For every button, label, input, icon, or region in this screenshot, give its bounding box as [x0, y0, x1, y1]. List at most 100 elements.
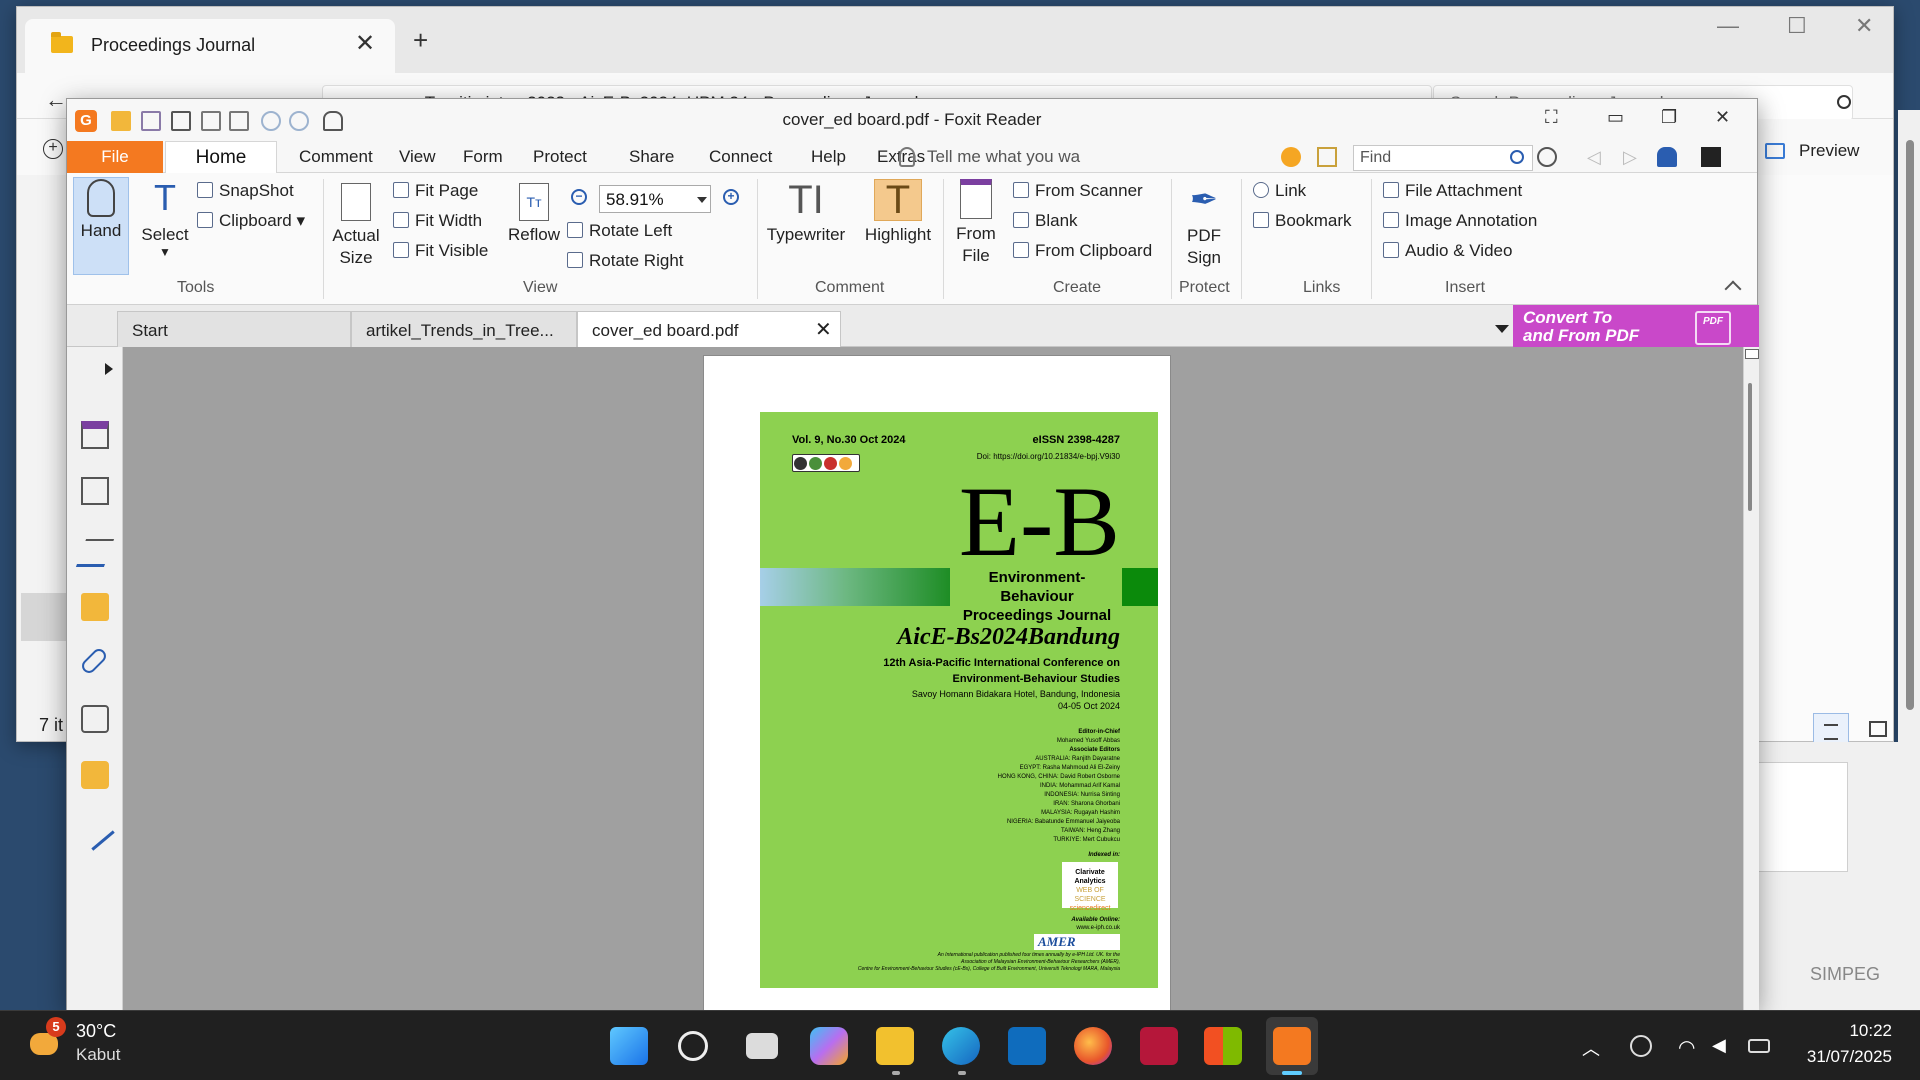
document-canvas[interactable]: Vol. 9, No.30 Oct 2024 eISSN 2398-4287 D… [123, 347, 1743, 1011]
file-attachment-button[interactable]: File Attachment [1383, 181, 1522, 201]
attachments-panel-icon[interactable] [79, 646, 109, 676]
tiles-view-icon[interactable] [1869, 721, 1887, 737]
zoom-in-icon[interactable]: + [723, 189, 739, 205]
snapshot-button[interactable]: SnapShot [197, 181, 294, 201]
fullscreen-icon[interactable]: ⛶ [1545, 107, 1558, 128]
preview-button[interactable]: Preview [1799, 141, 1859, 161]
doc-tab-cover[interactable]: cover_ed board.pdf [577, 311, 841, 348]
search-folder-icon[interactable] [1317, 147, 1337, 167]
explorer-tab[interactable]: Proceedings Journal ✕ [25, 19, 395, 73]
pen-tool-icon[interactable] [75, 811, 115, 851]
doc-tab-start[interactable]: Start [117, 311, 351, 347]
layers-panel-icon[interactable] [75, 539, 115, 567]
expand-sidebar-icon[interactable] [105, 363, 113, 375]
rotate-right-button[interactable]: Rotate Right [567, 251, 684, 271]
start-icon[interactable] [610, 1027, 648, 1065]
wifi-icon[interactable]: ◠ [1678, 1035, 1700, 1059]
background-scrollbar[interactable] [1898, 110, 1920, 1010]
tab-protect[interactable]: Protect [533, 147, 587, 167]
find-input[interactable]: Find [1353, 145, 1533, 171]
clipboard-button[interactable]: Clipboard ▾ [197, 211, 305, 231]
tab-home[interactable]: Home [165, 141, 277, 174]
hand-button[interactable]: Hand [75, 179, 127, 241]
tab-file[interactable]: File [67, 141, 163, 173]
new-tab-button[interactable]: + [413, 25, 428, 56]
restore-button[interactable]: ❐ [1661, 107, 1677, 128]
app-icon[interactable] [1140, 1027, 1178, 1065]
collapse-ribbon-icon[interactable] [1724, 280, 1742, 298]
copilot-icon[interactable] [810, 1027, 848, 1065]
pdf-sign-button[interactable]: ✒ PDF Sign [1177, 179, 1231, 269]
minimize-button[interactable]: ▭ [1607, 107, 1624, 128]
bookmarks-panel-icon[interactable] [81, 421, 109, 449]
actual-size-button[interactable]: Actual Size [329, 183, 383, 269]
preview-pane-icon[interactable] [1765, 143, 1785, 159]
fit-page-button[interactable]: Fit Page [393, 181, 478, 201]
tab-connect[interactable]: Connect [709, 147, 772, 167]
sync-icon[interactable] [1630, 1035, 1652, 1057]
convert-pdf-banner[interactable]: Convert To and From PDF PDF [1513, 305, 1759, 351]
weather-description[interactable]: Kabut [76, 1045, 120, 1065]
heart-icon[interactable] [1281, 147, 1301, 167]
tab-form[interactable]: Form [463, 147, 503, 167]
account-icon[interactable] [1701, 147, 1721, 167]
next-icon[interactable]: ▷ [1623, 147, 1643, 167]
tab-share[interactable]: Share [629, 147, 674, 167]
edge-icon[interactable] [942, 1027, 980, 1065]
minimize-button[interactable]: — [1717, 13, 1739, 39]
previous-icon[interactable]: ◁ [1587, 147, 1607, 167]
reflow-button[interactable]: Tт Reflow [505, 183, 563, 245]
battery-icon[interactable] [1748, 1039, 1770, 1053]
search-icon[interactable] [1510, 150, 1524, 164]
new-item-icon[interactable]: + [43, 139, 63, 159]
tab-comment[interactable]: Comment [299, 147, 373, 167]
document-scrollbar[interactable] [1743, 347, 1759, 1011]
tab-help[interactable]: Help [811, 147, 846, 167]
zoom-select[interactable]: 58.91% [599, 185, 711, 213]
signature-panel-icon[interactable] [81, 705, 109, 733]
bookmark-button[interactable]: Bookmark [1253, 211, 1352, 231]
pages-panel-icon[interactable] [81, 477, 109, 505]
lock-icon[interactable] [81, 761, 109, 789]
file-explorer-icon[interactable] [876, 1027, 914, 1065]
doc-tab-artikel[interactable]: artikel_Trends_in_Tree... [351, 311, 577, 347]
chevron-down-icon[interactable] [697, 197, 707, 203]
close-tab-icon[interactable]: ✕ [355, 29, 375, 58]
microsoft-store-icon[interactable] [1204, 1027, 1242, 1065]
close-window-button[interactable]: ✕ [1715, 107, 1730, 128]
image-annotation-button[interactable]: Image Annotation [1383, 211, 1537, 231]
comments-panel-icon[interactable] [81, 593, 109, 621]
weather-temperature[interactable]: 30°C [76, 1021, 116, 1042]
task-view-icon[interactable] [746, 1033, 778, 1059]
link-button[interactable]: Link [1253, 181, 1306, 201]
back-arrow-icon[interactable]: ← [45, 87, 67, 113]
fit-width-button[interactable]: Fit Width [393, 211, 482, 231]
audio-video-button[interactable]: Audio & Video [1383, 241, 1512, 261]
clock-date[interactable]: 31/07/2025 [1796, 1047, 1892, 1067]
gear-icon[interactable] [1537, 147, 1557, 167]
typewriter-button[interactable]: TI Typewriter [763, 179, 849, 245]
blank-button[interactable]: Blank [1013, 211, 1078, 231]
background-textarea[interactable] [1756, 762, 1848, 872]
from-clipboard-button[interactable]: From Clipboard [1013, 241, 1152, 261]
highlight-button[interactable]: T Highlight [859, 179, 937, 245]
clock-time[interactable]: 10:22 [1840, 1021, 1892, 1041]
tell-me-input[interactable]: Tell me what you wa [927, 147, 1080, 167]
zoom-out-icon[interactable]: − [571, 189, 587, 205]
maximize-button[interactable]: ☐ [1787, 13, 1807, 39]
chevron-up-icon[interactable]: ︿ [1582, 1035, 1604, 1059]
rotate-left-button[interactable]: Rotate Left [567, 221, 672, 241]
from-scanner-button[interactable]: From Scanner [1013, 181, 1143, 201]
bell-icon[interactable] [1657, 147, 1677, 167]
close-tab-icon[interactable]: ✕ [815, 317, 832, 342]
close-window-button[interactable]: ✕ [1855, 13, 1873, 39]
foxit-icon[interactable] [1273, 1027, 1311, 1065]
tab-view[interactable]: View [399, 147, 436, 167]
select-button[interactable]: T Select ▼ [137, 179, 193, 260]
chevron-down-icon[interactable] [1495, 325, 1509, 333]
fit-visible-button[interactable]: Fit Visible [393, 241, 488, 261]
search-icon[interactable] [678, 1031, 708, 1061]
from-file-button[interactable]: From File [949, 179, 1003, 267]
volume-icon[interactable]: ◀ [1712, 1035, 1734, 1057]
search-icon[interactable] [1837, 95, 1851, 109]
